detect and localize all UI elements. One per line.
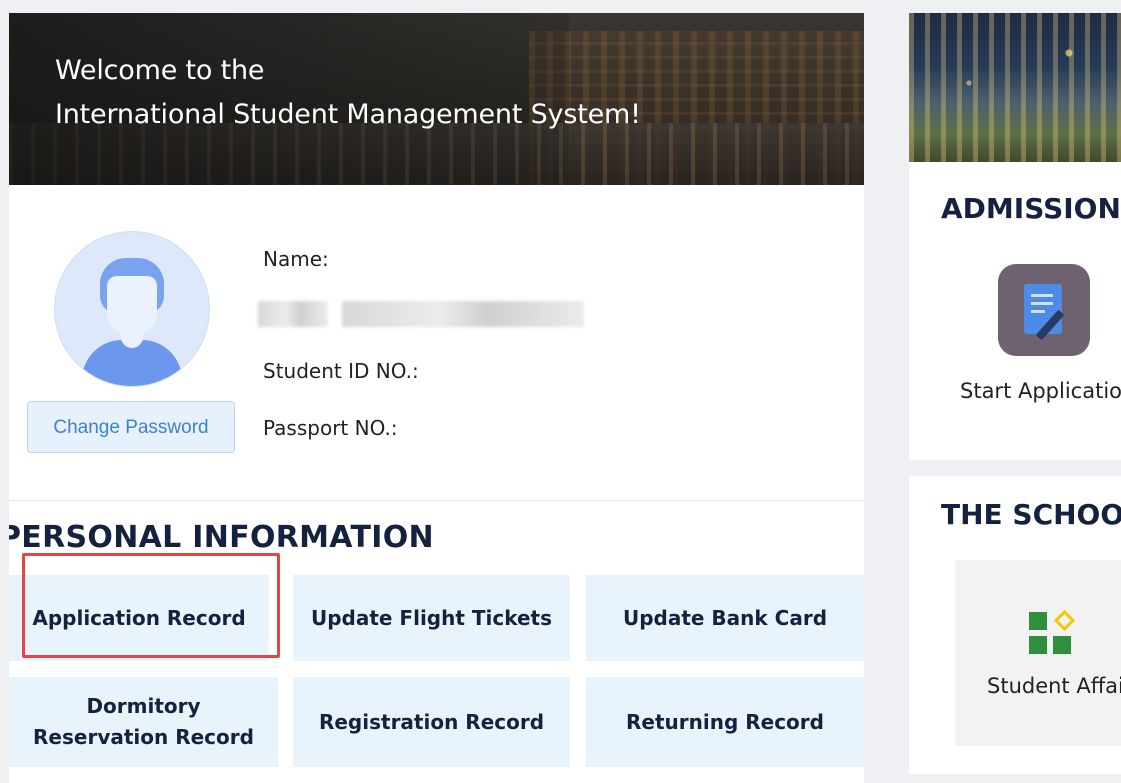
document-edit-icon[interactable]: [998, 264, 1090, 356]
welcome-banner: Welcome to the International Student Man…: [9, 13, 864, 185]
profile-panel: Welcome to the International Student Man…: [9, 13, 864, 783]
personal-information-title: PERSONAL INFORMATION: [9, 520, 434, 555]
tile-label: Registration Record: [318, 709, 545, 734]
admissions-title: ADMISSIONS: [941, 192, 1121, 225]
admissions-card: ADMISSIONS Start Application: [909, 162, 1121, 460]
student-affairs-tile[interactable]: Student Affairs: [955, 560, 1121, 746]
student-affairs-label: Student Affairs: [987, 674, 1121, 698]
highlight-box: [22, 553, 280, 658]
tile-label: Update Bank Card: [622, 605, 828, 630]
tile-label: Returning Record: [626, 709, 824, 734]
tile-label: Update Flight Tickets: [310, 605, 553, 630]
tile-update-flight-tickets[interactable]: Update Flight Tickets: [293, 575, 570, 661]
tile-label: Dormitory Reservation Record: [33, 694, 254, 749]
school-card: THE SCHOOL Student Affairs: [909, 476, 1121, 774]
avatar: [54, 231, 210, 387]
name-value-redacted-2: [342, 301, 584, 327]
divider: [9, 500, 864, 501]
welcome-line-2: International Student Management System!: [55, 99, 641, 130]
name-label: Name:: [263, 247, 329, 271]
tile-update-bank-card[interactable]: Update Bank Card: [586, 575, 864, 661]
change-password-button[interactable]: Change Password: [27, 401, 235, 453]
welcome-line-1: Welcome to the: [55, 55, 265, 86]
tile-returning-record[interactable]: Returning Record: [586, 677, 864, 767]
campus-image: [909, 13, 1121, 162]
apps-grid-icon: [1029, 612, 1047, 630]
start-application-link[interactable]: Start Application: [960, 379, 1121, 403]
tile-dormitory-reservation-record[interactable]: Dormitory Reservation Record: [9, 677, 278, 767]
passport-label: Passport NO.:: [263, 416, 398, 440]
school-title: THE SCHOOL: [941, 498, 1121, 531]
student-id-label: Student ID NO.:: [263, 359, 419, 383]
name-value-redacted: [258, 301, 328, 327]
welcome-heading: Welcome to the International Student Man…: [55, 49, 641, 137]
tile-registration-record[interactable]: Registration Record: [293, 677, 570, 767]
